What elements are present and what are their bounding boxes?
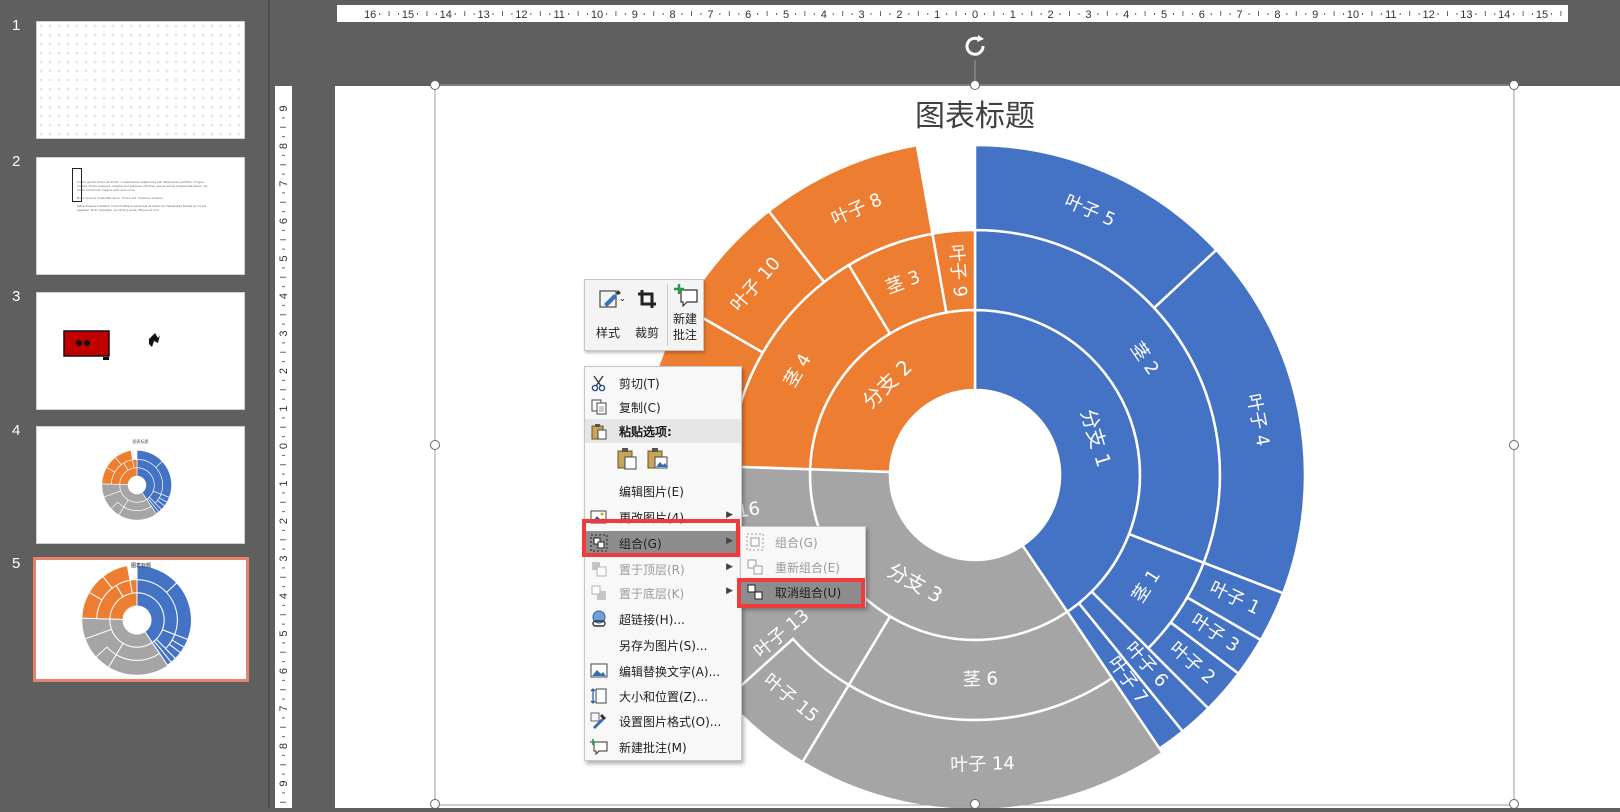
format-icon [590,712,606,729]
menu-item-save-as-picture[interactable]: 另存为图片(S)... [585,633,741,657]
menu-item-edit-picture[interactable]: 编辑图片(E) [585,479,741,503]
crop-label: 裁剪 [634,326,659,340]
mini-toolbar: ⌄ 样式 裁剪 新建 批注 [584,279,704,351]
rotate-handle-icon[interactable] [965,35,985,56]
regroup-icon [747,559,763,575]
menu-label: 另存为图片(S)... [619,639,708,653]
group-icon [746,533,764,551]
resize-handle[interactable] [430,799,440,809]
paste-options-row [613,444,673,474]
menu-item-hyperlink[interactable]: 超链接(H)... [585,607,741,631]
resize-handle[interactable] [1509,440,1519,450]
alt-text-icon [590,663,608,678]
menu-paste-options-header: 粘贴选项: [585,419,741,443]
chart-title: 图表标题 [915,99,1035,134]
resize-handle[interactable] [1509,80,1519,90]
menu-item-new-comment[interactable]: 新建批注(M) [585,735,741,759]
menu-label: 置于顶层(R) [619,563,685,577]
crop-icon [638,290,656,308]
menu-item-format-picture[interactable]: 设置图片格式(O)... [585,709,741,733]
resize-handle[interactable] [430,80,440,90]
new-comment-button[interactable]: 新建 批注 [667,280,703,350]
resize-handle[interactable] [1509,799,1519,809]
sunburst-label: 叶子 14 [950,753,1015,776]
layer-icon [591,585,606,600]
submenu-item-regroup[interactable]: 重新组合(E) [741,555,865,579]
paste-keep-formatting-icon[interactable] [615,446,639,470]
menu-label: 编辑替换文字(A)... [619,665,721,679]
sunburst-label: 茎 6 [962,668,998,690]
menu-item-bring-to-front[interactable]: 置于顶层(R) ▶ [585,557,741,581]
paste-icon [591,424,607,440]
menu-item-copy[interactable]: 复制(C) [585,395,741,419]
menu-label: 设置图片格式(O)... [619,715,722,729]
menu-item-edit-alt-text[interactable]: 编辑替换文字(A)... [585,659,741,683]
menu-label: 大小和位置(Z)... [619,690,709,704]
scissors-icon [591,375,606,392]
highlight-box-group [582,519,740,557]
resize-handle[interactable] [430,440,440,450]
menu-label: 组合(G) [775,536,818,550]
submenu-arrow-icon: ▶ [726,562,733,572]
resize-handle[interactable] [970,799,980,809]
comment-icon [674,284,698,307]
style-label: 样式 [595,326,620,340]
menu-label: 剪切(T) [619,377,660,391]
chart-overlay: 分支 1分支 2分支 3茎 2茎 1叶子 6叶子 7茎 6叶子 13叶子 16茎… [430,35,1519,809]
menu-item-cut[interactable]: 剪切(T) [585,371,741,395]
comment-icon [590,739,608,756]
paste-as-picture-icon[interactable] [645,446,669,470]
menu-label: 超链接(H)... [619,613,685,627]
menu-label: 粘贴选项: [619,425,672,439]
menu-label: 编辑图片(E) [619,485,684,499]
menu-item-send-to-back[interactable]: 置于底层(K) ▶ [585,581,741,605]
resize-handle[interactable] [970,80,980,90]
submenu-item-group[interactable]: 组合(G) [741,530,865,554]
style-button[interactable]: ⌄ 样式 [589,280,627,350]
layer-icon [592,562,607,577]
new-comment-label-2: 批注 [672,328,697,342]
submenu-arrow-icon: ▶ [726,586,733,596]
menu-label: 复制(C) [619,401,661,415]
copy-icon [591,399,607,415]
new-comment-label-1: 新建 [672,312,697,326]
menu-label: 新建批注(M) [619,741,687,755]
hyperlink-icon [592,610,606,627]
menu-label: 重新组合(E) [775,561,840,575]
menu-item-size-position[interactable]: 大小和位置(Z)... [585,684,741,708]
crop-button[interactable]: 裁剪 [628,280,666,350]
highlight-box-ungroup [737,578,865,608]
context-menu: 剪切(T) 复制(C) 粘贴选项: 编辑图片(E) 更改图片(4) ▶ 组合(G… [584,366,742,761]
size-icon [590,688,607,704]
menu-label: 置于底层(K) [619,587,685,601]
